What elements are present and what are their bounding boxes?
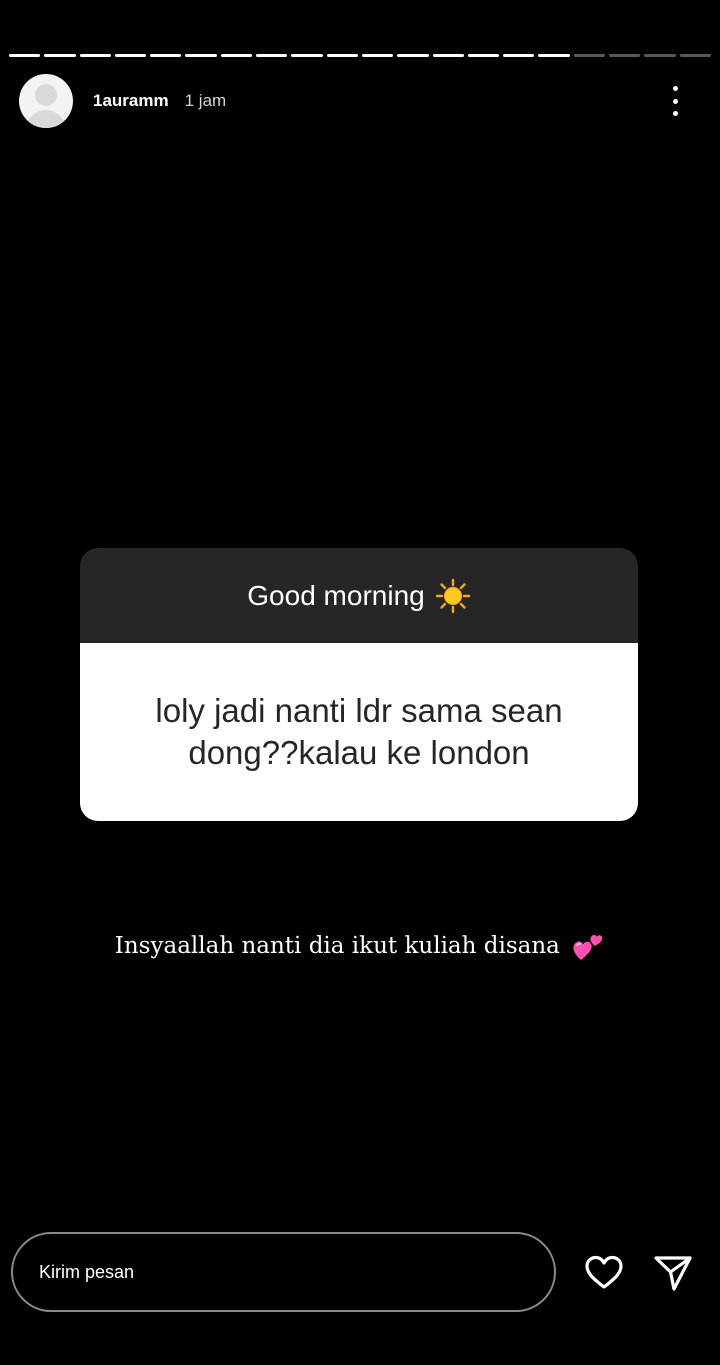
story-progress-segment [432,54,464,57]
username[interactable]: 1auramm [93,91,169,111]
story-progress-segment [150,54,182,57]
story-progress-segment [44,54,76,57]
story-progress-segment [256,54,288,57]
story-progress-segment [609,54,641,57]
send-icon [654,1256,692,1291]
story-progress-segment [185,54,217,57]
sun-icon [435,578,470,613]
story-progress-segment [291,54,323,57]
question-text: loly jadi nanti ldr sama sean dong??kala… [80,643,638,821]
story-progress-segment [467,54,500,57]
answer-caption: Insyaallah nanti dia ikut kuliah disana [0,930,720,964]
story-progress-segment [361,54,394,57]
story-progress-segment [220,54,253,57]
story-progress-segment [503,54,535,57]
story-progress-segment [644,54,676,57]
message-input[interactable] [11,1232,556,1312]
vertical-ellipsis-icon[interactable] [671,86,679,116]
question-sticker: Good morning loly jadi nanti ldr sama se… [80,548,638,821]
story-progress-segment [573,54,606,57]
story-header: 1auramm 1 jam [19,74,701,128]
story-progress-segment [397,54,429,57]
story-progress-segment [326,54,358,57]
post-time: 1 jam [184,91,227,110]
two-hearts-icon [573,934,603,960]
question-prompt: Good morning [247,579,425,611]
story-progress-segment [679,54,711,57]
story-progress-bar [9,54,711,57]
story-progress-segment [538,54,570,57]
like-button[interactable] [583,1252,625,1294]
send-button[interactable] [652,1252,694,1294]
answer-text: Insyaallah nanti dia ikut kuliah disana [114,933,560,959]
question-sticker-header: Good morning [80,548,638,643]
heart-icon [585,1255,623,1289]
avatar[interactable] [19,74,73,128]
story-progress-segment [9,54,41,57]
default-avatar-icon [35,84,57,106]
story-progress-segment [79,54,111,57]
story-progress-segment [114,54,147,57]
